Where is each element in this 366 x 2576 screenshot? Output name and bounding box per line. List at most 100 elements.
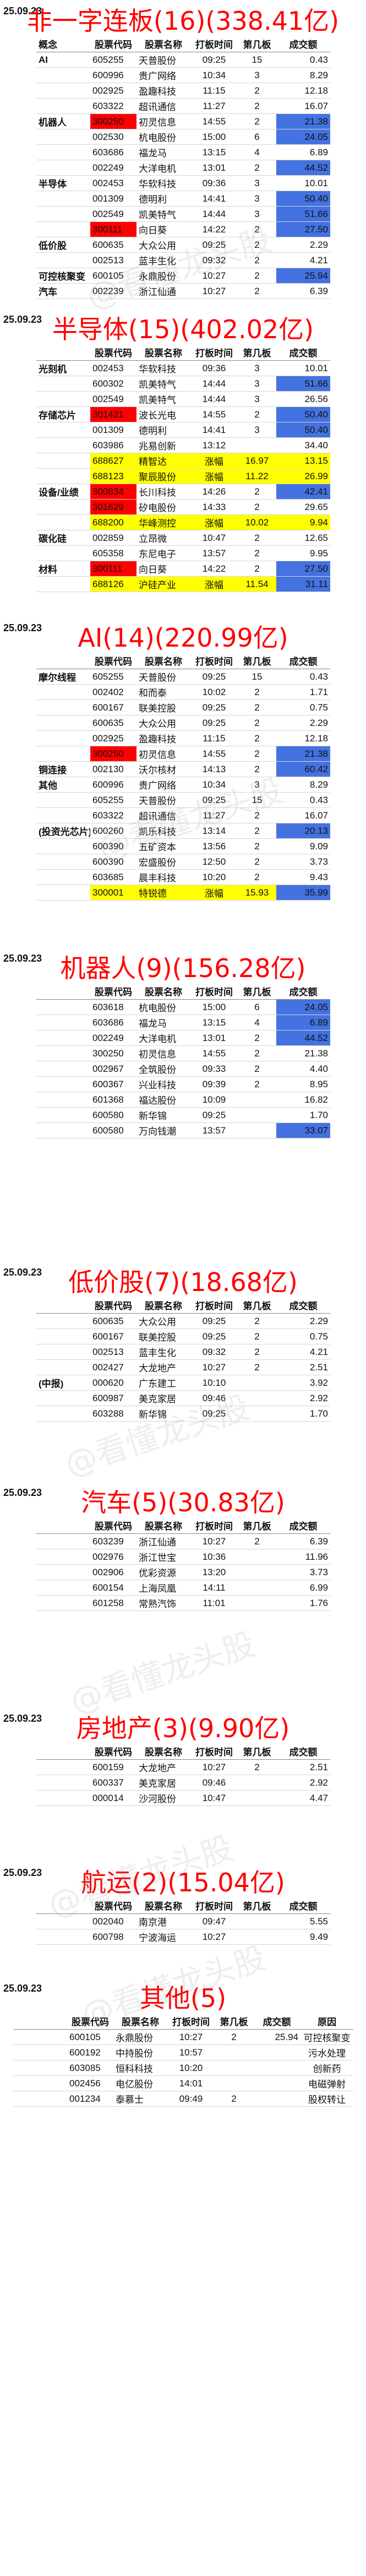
stock-name: 兴业科技 [136, 1076, 190, 1092]
header-category [36, 1517, 90, 1534]
header-board: 第几板 [238, 983, 276, 1000]
board-time: 10:27 [190, 1929, 238, 1945]
row-category [36, 1344, 90, 1360]
row-category: (投资光芯片) [36, 823, 90, 839]
stock-name: 波长光电 [136, 406, 190, 422]
board-count [238, 1790, 276, 1806]
stock-code: 603239 [90, 1533, 136, 1549]
row-category [36, 1759, 90, 1775]
turnover-amount: 0.43 [276, 669, 330, 685]
stock-code: 600167 [90, 1328, 136, 1344]
board-count: 2 [238, 98, 276, 114]
stock-name: 南京港 [136, 1913, 190, 1929]
table-row: 603085 恒科科技 10:20 创新药 [13, 2060, 353, 2076]
board-count [238, 1107, 276, 1123]
stock-code: 300001 [90, 885, 136, 901]
board-time: 09:25 [190, 1107, 238, 1123]
stock-code: 688126 [90, 576, 136, 592]
stock-code: 600260 [90, 823, 136, 839]
stock-name: 华软科技 [136, 360, 190, 376]
row-category [36, 437, 90, 453]
row-category [36, 1122, 90, 1138]
table-row: 001309 德明利 14:41 3 50.40 [36, 191, 330, 207]
stock-code: 002453 [90, 175, 136, 191]
table-header-row: 股票代码 股票名称 打板时间 第几板 成交额 [36, 344, 330, 361]
stock-name: 兆易创新 [136, 437, 190, 453]
row-category [36, 885, 90, 901]
turnover-amount: 9.09 [276, 838, 330, 854]
turnover-amount: 6.39 [276, 1533, 330, 1549]
board-count: 2 [238, 1313, 276, 1329]
stock-code: 002906 [90, 1564, 136, 1580]
header-amount: 成交额 [276, 1743, 330, 1760]
row-category [36, 206, 90, 222]
board-count: 2 [238, 1759, 276, 1775]
stock-code: 600996 [90, 777, 136, 793]
board-time: 09:36 [190, 175, 238, 191]
row-category: 铜连接 [36, 761, 90, 777]
table-header-row: 股票代码 股票名称 打板时间 第几板 成交额 [36, 1517, 330, 1534]
turnover-amount: 24.05 [276, 129, 330, 145]
header-board: 第几板 [238, 1297, 276, 1314]
turnover-amount: 50.40 [276, 191, 330, 207]
table-row: 600302 凯美特气 14:44 3 51.66 [36, 376, 330, 392]
board-count: 2 [238, 268, 276, 284]
board-count: 2 [238, 1045, 276, 1061]
table-row: 002456 电亿股份 14:01 电磁弹射 [13, 2075, 353, 2091]
row-category [36, 807, 90, 823]
turnover-amount: 2.51 [276, 1759, 330, 1775]
board-time: 10:27 [190, 1359, 238, 1375]
header-board: 第几板 [238, 344, 276, 361]
board-count: 2 [238, 1076, 276, 1092]
table-row: 600167 联美控股 09:25 2 0.75 [36, 699, 330, 715]
stock-code: 600580 [90, 1107, 136, 1123]
table-row: 002402 和而泰 10:02 2 1.71 [36, 684, 330, 700]
stock-name: 向日葵 [136, 561, 190, 577]
board-count: 3 [238, 191, 276, 207]
board-count: 2 [238, 807, 276, 823]
header-amount: 成交额 [276, 1297, 330, 1314]
stock-code: 002967 [90, 1061, 136, 1077]
board-time: 14:22 [190, 221, 238, 237]
board-count: 2 [238, 869, 276, 885]
turnover-amount: 2.51 [276, 1359, 330, 1375]
board-time: 09:32 [190, 252, 238, 268]
header-amount: 成交额 [276, 35, 330, 52]
board-time: 13:15 [190, 144, 238, 160]
board-count: 3 [238, 376, 276, 392]
table-row: 铜连接 002130 沃尔核材 14:13 2 60.42 [36, 761, 330, 777]
stock-name: 沙河股份 [136, 1790, 190, 1806]
board-time: 14:55 [190, 1045, 238, 1061]
stock-code: 688200 [90, 514, 136, 530]
header-amount: 成交额 [276, 1897, 330, 1914]
header-category: 概念 [36, 35, 90, 52]
board-time: 涨幅 [190, 576, 238, 592]
stock-name: 宁波海运 [136, 1929, 190, 1945]
board-count [215, 2075, 253, 2091]
board-time: 09:32 [190, 1344, 238, 1360]
board-time: 14:44 [190, 376, 238, 392]
turnover-amount: 0.75 [276, 699, 330, 715]
stock-code: 002402 [90, 684, 136, 700]
stock-code: 002925 [90, 730, 136, 746]
stock-code: 300250 [90, 113, 136, 129]
turnover-amount: 16.07 [276, 807, 330, 823]
table-row: 603288 新华锦 09:25 1.70 [36, 1406, 330, 1422]
turnover-amount: 2.29 [276, 237, 330, 253]
table-row: 600105 永鼎股份 10:27 2 25.94 可控核聚变 [13, 2029, 353, 2045]
board-count: 2 [238, 252, 276, 268]
turnover-amount: 27.50 [276, 221, 330, 237]
board-time: 10:27 [190, 283, 238, 299]
turnover-amount: 1.71 [276, 684, 330, 700]
row-category [36, 468, 90, 484]
table-header-row: 股票代码 股票名称 打板时间 第几板 成交额 [36, 983, 330, 1000]
stock-code: 688123 [90, 468, 136, 484]
board-count: 3 [238, 206, 276, 222]
turnover-amount: 6.39 [276, 283, 330, 299]
turnover-amount: 21.38 [276, 746, 330, 762]
board-count: 2 [238, 484, 276, 500]
turnover-amount: 6.89 [276, 1015, 330, 1031]
board-time: 14:13 [190, 761, 238, 777]
table-row: 002906 优彩资源 13:20 3.73 [36, 1564, 330, 1580]
stock-code: 002453 [90, 360, 136, 376]
